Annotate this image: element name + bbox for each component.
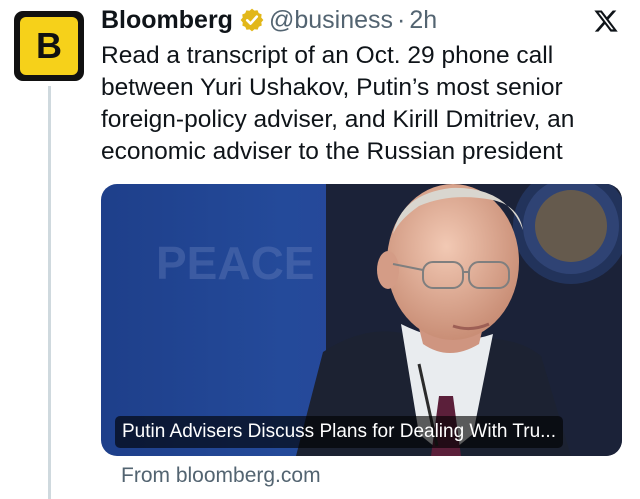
x-logo-icon[interactable] <box>593 8 619 34</box>
post-time[interactable]: 2h <box>409 6 437 35</box>
author-handle[interactable]: @business <box>269 6 393 35</box>
card-source[interactable]: From bloomberg.com <box>121 464 321 488</box>
header-separator: · <box>397 5 406 34</box>
tweet-text: Read a transcript of an Oct. 29 phone ca… <box>101 42 575 165</box>
avatar[interactable]: B <box>14 11 84 81</box>
thread-line <box>48 86 51 499</box>
tweet-header: Bloomberg @business · 2h <box>101 5 437 35</box>
avatar-letter: B <box>20 17 78 75</box>
backdrop-text: PEACE <box>156 237 314 289</box>
link-card[interactable]: PEACE Putin Advisers Discuss Plans for D… <box>101 184 622 456</box>
card-title: Putin Advisers Discuss Plans for Dealing… <box>115 416 563 448</box>
author-name[interactable]: Bloomberg <box>101 6 233 35</box>
verified-badge-icon <box>240 8 264 32</box>
